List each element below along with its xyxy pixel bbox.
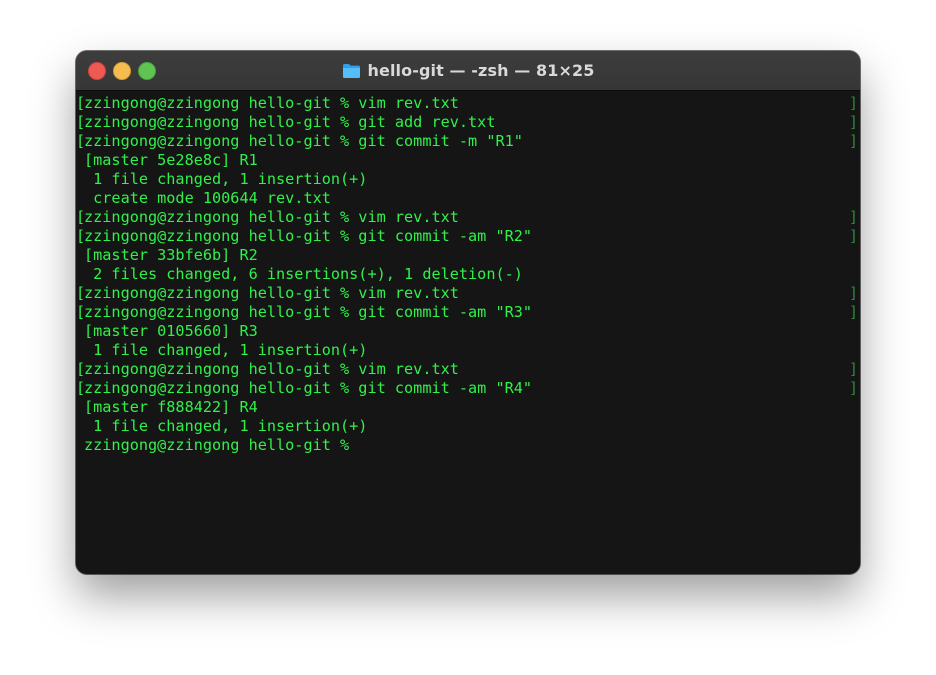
mark-bracket-right: ] (848, 284, 858, 302)
mark-bracket-right: ] (848, 379, 858, 397)
terminal-line-text: zzingong@zzingong hello-git % vim rev.tx… (84, 284, 459, 302)
terminal-line-text: zzingong@zzingong hello-git % git commit… (84, 132, 523, 150)
terminal-line-text: create mode 100644 rev.txt (84, 189, 331, 207)
terminal-line-text: zzingong@zzingong hello-git % (84, 436, 350, 454)
terminal-line: zzingong@zzingong hello-git % (76, 436, 860, 455)
mark-bracket-right: ] (848, 227, 858, 245)
mark-bracket-right: ] (848, 208, 858, 226)
terminal-line-text: zzingong@zzingong hello-git % vim rev.tx… (84, 94, 459, 112)
terminal-line-text: 2 files changed, 6 insertions(+), 1 dele… (84, 265, 523, 283)
terminal-line-text: zzingong@zzingong hello-git % git commit… (84, 303, 533, 321)
window-title-group: hello-git — -zsh — 81×25 (76, 51, 860, 90)
terminal-line: [] zzingong@zzingong hello-git % vim rev.… (76, 94, 860, 113)
terminal-line-text: [master 33bfe6b] R2 (84, 246, 258, 264)
terminal-line: create mode 100644 rev.txt (76, 189, 860, 208)
terminal-line-text: [master f888422] R4 (84, 398, 258, 416)
terminal-line-text: [master 5e28e8c] R1 (84, 151, 258, 169)
window-title: hello-git — -zsh — 81×25 (367, 61, 595, 80)
terminal-line-text: zzingong@zzingong hello-git % git add re… (84, 113, 496, 131)
terminal-line-text: 1 file changed, 1 insertion(+) (84, 170, 368, 188)
mark-bracket-right: ] (848, 303, 858, 321)
terminal-line: [] zzingong@zzingong hello-git % git add … (76, 113, 860, 132)
terminal-line: [master 0105660] R3 (76, 322, 860, 341)
folder-icon (342, 63, 360, 78)
terminal-line: [] zzingong@zzingong hello-git % git comm… (76, 303, 860, 322)
terminal-lines: [] zzingong@zzingong hello-git % vim rev.… (76, 94, 860, 455)
mark-bracket-right: ] (848, 94, 858, 112)
terminal-line: [] zzingong@zzingong hello-git % git comm… (76, 379, 860, 398)
terminal-line-text: zzingong@zzingong hello-git % vim rev.tx… (84, 208, 459, 226)
terminal-line: [] zzingong@zzingong hello-git % vim rev.… (76, 208, 860, 227)
mark-bracket-right: ] (848, 113, 858, 131)
terminal-line-text: zzingong@zzingong hello-git % vim rev.tx… (84, 360, 459, 378)
terminal-line-text: [master 0105660] R3 (84, 322, 258, 340)
terminal-line: [master 33bfe6b] R2 (76, 246, 860, 265)
terminal-line: [master 5e28e8c] R1 (76, 151, 860, 170)
terminal-line: 1 file changed, 1 insertion(+) (76, 417, 860, 436)
terminal-output[interactable]: [] zzingong@zzingong hello-git % vim rev.… (76, 91, 860, 574)
terminal-line-text: zzingong@zzingong hello-git % git commit… (84, 227, 533, 245)
terminal-line: [] zzingong@zzingong hello-git % git comm… (76, 132, 860, 151)
terminal-line: [] zzingong@zzingong hello-git % vim rev.… (76, 284, 860, 303)
terminal-line-text: zzingong@zzingong hello-git % git commit… (84, 379, 533, 397)
mark-bracket-right: ] (848, 360, 858, 378)
terminal-line-text: 1 file changed, 1 insertion(+) (84, 417, 368, 435)
terminal-line: 1 file changed, 1 insertion(+) (76, 170, 860, 189)
terminal-line-text: 1 file changed, 1 insertion(+) (84, 341, 368, 359)
terminal-line: 1 file changed, 1 insertion(+) (76, 341, 860, 360)
terminal-line: 2 files changed, 6 insertions(+), 1 dele… (76, 265, 860, 284)
terminal-line: [] zzingong@zzingong hello-git % vim rev.… (76, 360, 860, 379)
terminal-window: hello-git — -zsh — 81×25 [] zzingong@zzin… (76, 51, 860, 574)
mark-bracket-right: ] (848, 132, 858, 150)
title-bar[interactable]: hello-git — -zsh — 81×25 (76, 51, 860, 91)
terminal-line: [master f888422] R4 (76, 398, 860, 417)
terminal-line: [] zzingong@zzingong hello-git % git comm… (76, 227, 860, 246)
